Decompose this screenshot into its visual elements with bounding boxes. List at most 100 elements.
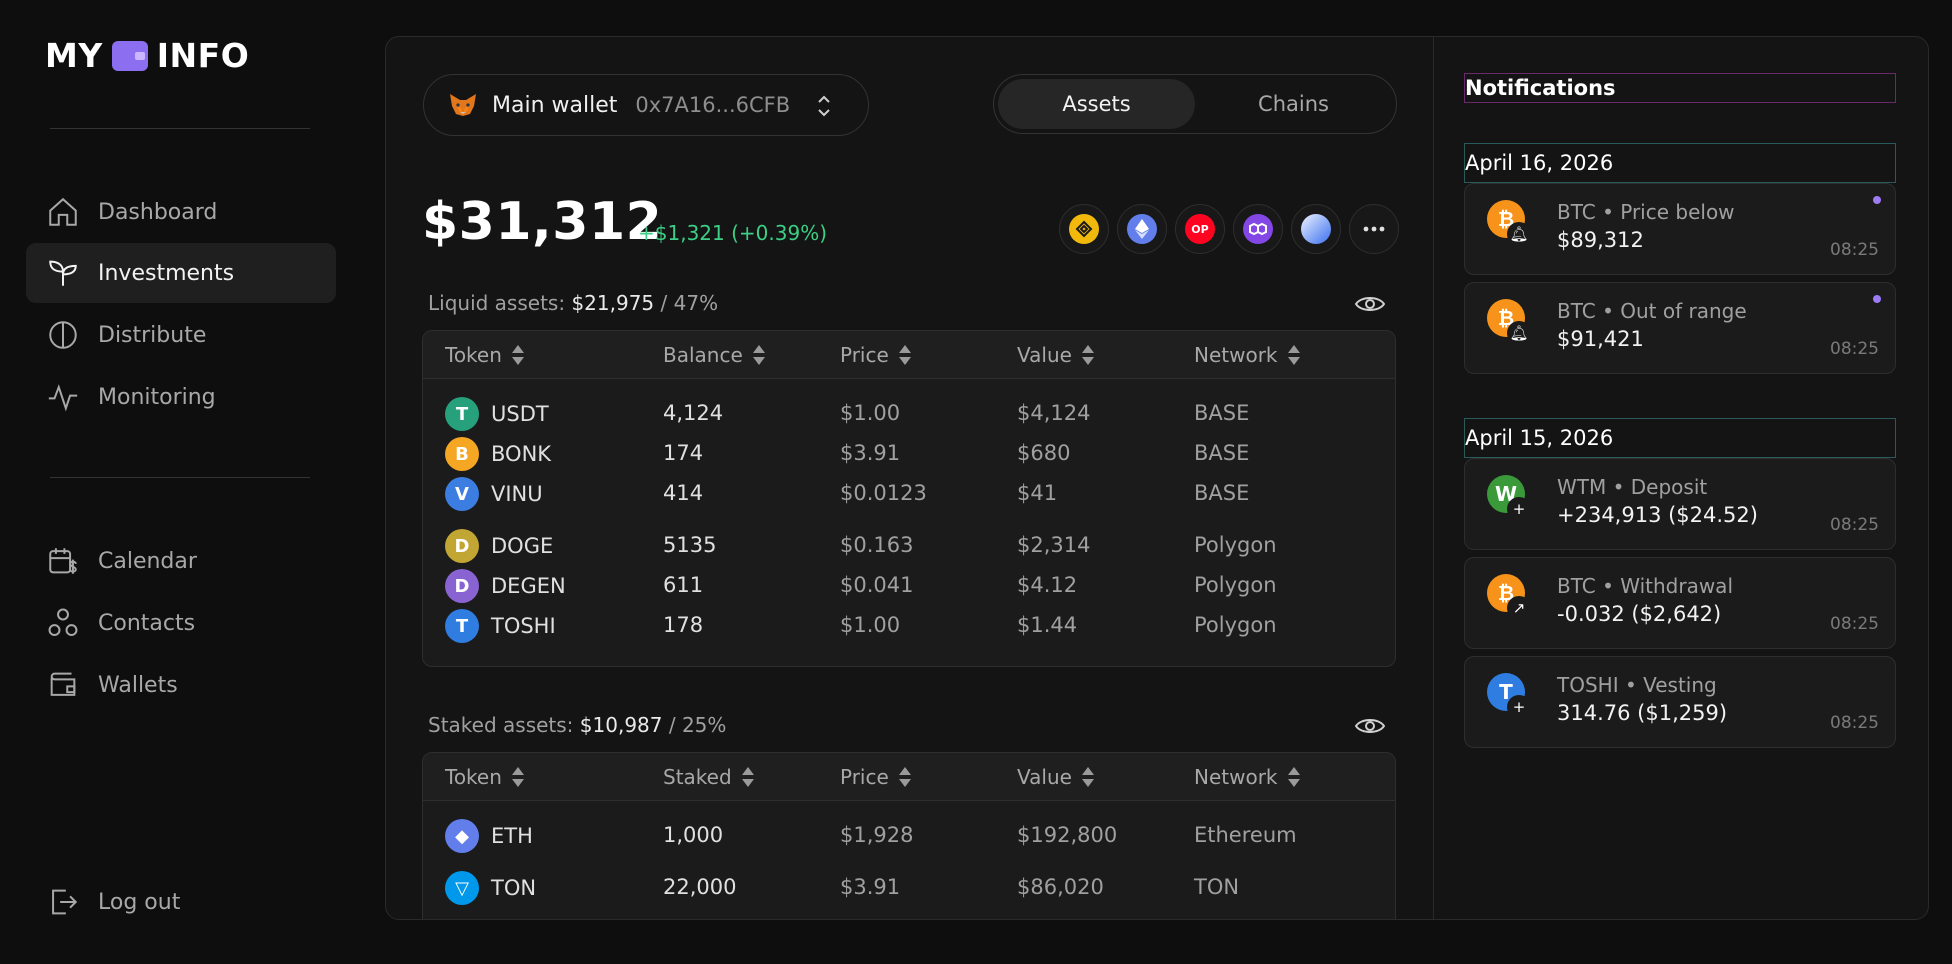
unread-dot xyxy=(1873,295,1881,303)
notification-card[interactable]: ₿ ↗ BTC • Withdrawal -0.032 ($2,642) 08:25 xyxy=(1464,557,1896,649)
table-row[interactable]: T TOSHI 178 $1.00 $1.44 Polygon xyxy=(423,605,1395,645)
liquid-assets-share: / 47% xyxy=(660,291,719,315)
sidebar-item-distribute[interactable]: Distribute xyxy=(26,305,336,365)
token-cell: ▽ TON xyxy=(445,871,536,905)
table-row[interactable]: ▽ TON 22,000 $3.91 $86,020 TON xyxy=(423,867,1395,907)
token-name: VINU xyxy=(491,482,543,506)
portfolio-total: $31,312 xyxy=(422,192,663,252)
sidebar-item-investments[interactable]: Investments xyxy=(26,243,336,303)
sidebar-divider xyxy=(50,128,310,129)
notification-card[interactable]: T + TOSHI • Vesting 314.76 ($1,259) 08:25 xyxy=(1464,656,1896,748)
degen-token-icon: D xyxy=(445,569,479,603)
notifications-title: Notifications xyxy=(1464,73,1896,103)
balance-cell: 178 xyxy=(663,613,704,637)
price-cell: $0.163 xyxy=(840,533,914,557)
wallet-selector[interactable]: Main wallet 0x7A16...6CFB xyxy=(423,74,869,136)
tab-assets[interactable]: Assets xyxy=(998,79,1195,129)
sidebar-item-label: Contacts xyxy=(98,610,196,636)
column-value[interactable]: Value xyxy=(1017,343,1094,367)
notification-detail: $91,421 xyxy=(1557,327,1644,351)
value-cell: $192,800 xyxy=(1017,823,1118,847)
sidebar-item-label: Dashboard xyxy=(98,199,218,225)
ethereum-icon[interactable] xyxy=(1117,204,1167,254)
column-token[interactable]: Token xyxy=(445,343,524,367)
liquid-assets-label: Liquid assets: xyxy=(428,291,566,315)
view-toggle: Assets Chains xyxy=(993,74,1397,134)
table-header: Token Staked Price Value Network xyxy=(423,753,1395,801)
logout-button[interactable]: Log out xyxy=(26,872,336,932)
notification-time: 08:25 xyxy=(1830,240,1879,260)
notification-card[interactable]: ₿ 🔔︎ BTC • Price below $89,312 08:25 xyxy=(1464,183,1896,275)
column-network[interactable]: Network xyxy=(1194,765,1300,789)
wallet-name: Main wallet xyxy=(492,92,618,118)
main-panel: Main wallet 0x7A16...6CFB Assets Chains … xyxy=(385,36,1929,920)
column-price[interactable]: Price xyxy=(840,343,911,367)
bonk-token-icon: B xyxy=(445,437,479,471)
notification-detail: 314.76 ($1,259) xyxy=(1557,701,1728,725)
eye-icon[interactable] xyxy=(1353,709,1387,743)
table-row[interactable]: T USDT 4,124 $1.00 $4,124 BASE xyxy=(423,393,1395,433)
column-label: Staked xyxy=(663,765,732,789)
logo-text-info: INFO xyxy=(156,36,250,75)
liquid-assets-table: Token Balance Price Value Network T USDT 4… xyxy=(422,330,1396,667)
sort-icon xyxy=(898,344,911,366)
eye-icon[interactable] xyxy=(1353,287,1387,321)
column-network[interactable]: Network xyxy=(1194,343,1300,367)
toshi-token-icon: T xyxy=(445,609,479,643)
table-row[interactable]: B BONK 174 $3.91 $680 BASE xyxy=(423,433,1395,473)
bnb-chain-icon[interactable] xyxy=(1059,204,1109,254)
logo-text-my: MY xyxy=(45,36,103,75)
app-logo[interactable]: MY INFO xyxy=(45,36,249,75)
notification-card[interactable]: ₿ 🔔︎ BTC • Out of range $91,421 08:25 xyxy=(1464,282,1896,374)
wallet-address: 0x7A16...6CFB xyxy=(635,93,791,117)
network-cell: BASE xyxy=(1194,401,1250,425)
table-row[interactable]: V VINU 414 $0.0123 $41 BASE xyxy=(423,473,1395,513)
column-label: Token xyxy=(445,343,502,367)
sort-icon xyxy=(1081,766,1094,788)
value-cell: $4,124 xyxy=(1017,401,1091,425)
balance-cell: 1,000 xyxy=(663,823,724,847)
sidebar: MY INFO Dashboard Investments Distribute… xyxy=(0,0,360,964)
notification-detail: -0.032 ($2,642) xyxy=(1557,602,1722,626)
sidebar-divider xyxy=(50,477,310,478)
tab-chains[interactable]: Chains xyxy=(1195,79,1392,129)
contacts-icon xyxy=(48,608,78,637)
column-value[interactable]: Value xyxy=(1017,765,1094,789)
column-balance[interactable]: Balance xyxy=(663,343,765,367)
notification-time: 08:25 xyxy=(1830,614,1879,634)
table-row[interactable]: ◆ ETH 1,000 $1,928 $192,800 Ethereum xyxy=(423,815,1395,855)
price-cell: $0.041 xyxy=(840,573,914,597)
arrow-icon: ↗ xyxy=(1507,596,1531,620)
notification-card[interactable]: W + WTM • Deposit +234,913 ($24.52) 08:25 xyxy=(1464,458,1896,550)
table-row[interactable]: D DEGEN 611 $0.041 $4.12 Polygon xyxy=(423,565,1395,605)
sidebar-item-label: Investments xyxy=(98,260,235,286)
column-token[interactable]: Token xyxy=(445,765,524,789)
token-cell: V VINU xyxy=(445,477,543,511)
value-cell: $41 xyxy=(1017,481,1058,505)
sidebar-item-calendar[interactable]: Calendar xyxy=(26,531,336,591)
sidebar-item-label: Distribute xyxy=(98,322,207,348)
sidebar-item-wallets[interactable]: Wallets xyxy=(26,655,336,715)
logout-label: Log out xyxy=(98,889,181,915)
bell-icon: 🔔︎ xyxy=(1507,321,1531,345)
column-staked[interactable]: Staked xyxy=(663,765,754,789)
sidebar-item-dashboard[interactable]: Dashboard xyxy=(26,182,336,242)
optimism-icon[interactable]: OP xyxy=(1175,204,1225,254)
chevron-up-down-icon xyxy=(818,95,830,117)
network-cell: Ethereum xyxy=(1194,823,1297,847)
notification-date-header: April 16, 2026 xyxy=(1464,143,1896,183)
eth-token-icon: ◆ xyxy=(445,819,479,853)
doge-token-icon: D xyxy=(445,529,479,563)
more-icon[interactable] xyxy=(1349,204,1399,254)
column-price[interactable]: Price xyxy=(840,765,911,789)
notification-title: BTC • Price below xyxy=(1557,200,1735,224)
base-icon[interactable] xyxy=(1291,204,1341,254)
sidebar-item-monitoring[interactable]: Monitoring xyxy=(26,367,336,427)
table-row[interactable]: D DOGE 5135 $0.163 $2,314 Polygon xyxy=(423,525,1395,565)
polygon-icon[interactable] xyxy=(1233,204,1283,254)
price-cell: $1.00 xyxy=(840,613,901,637)
network-cell: BASE xyxy=(1194,481,1250,505)
token-name: BONK xyxy=(491,442,552,466)
sidebar-item-contacts[interactable]: Contacts xyxy=(26,593,336,653)
sort-icon xyxy=(511,344,524,366)
